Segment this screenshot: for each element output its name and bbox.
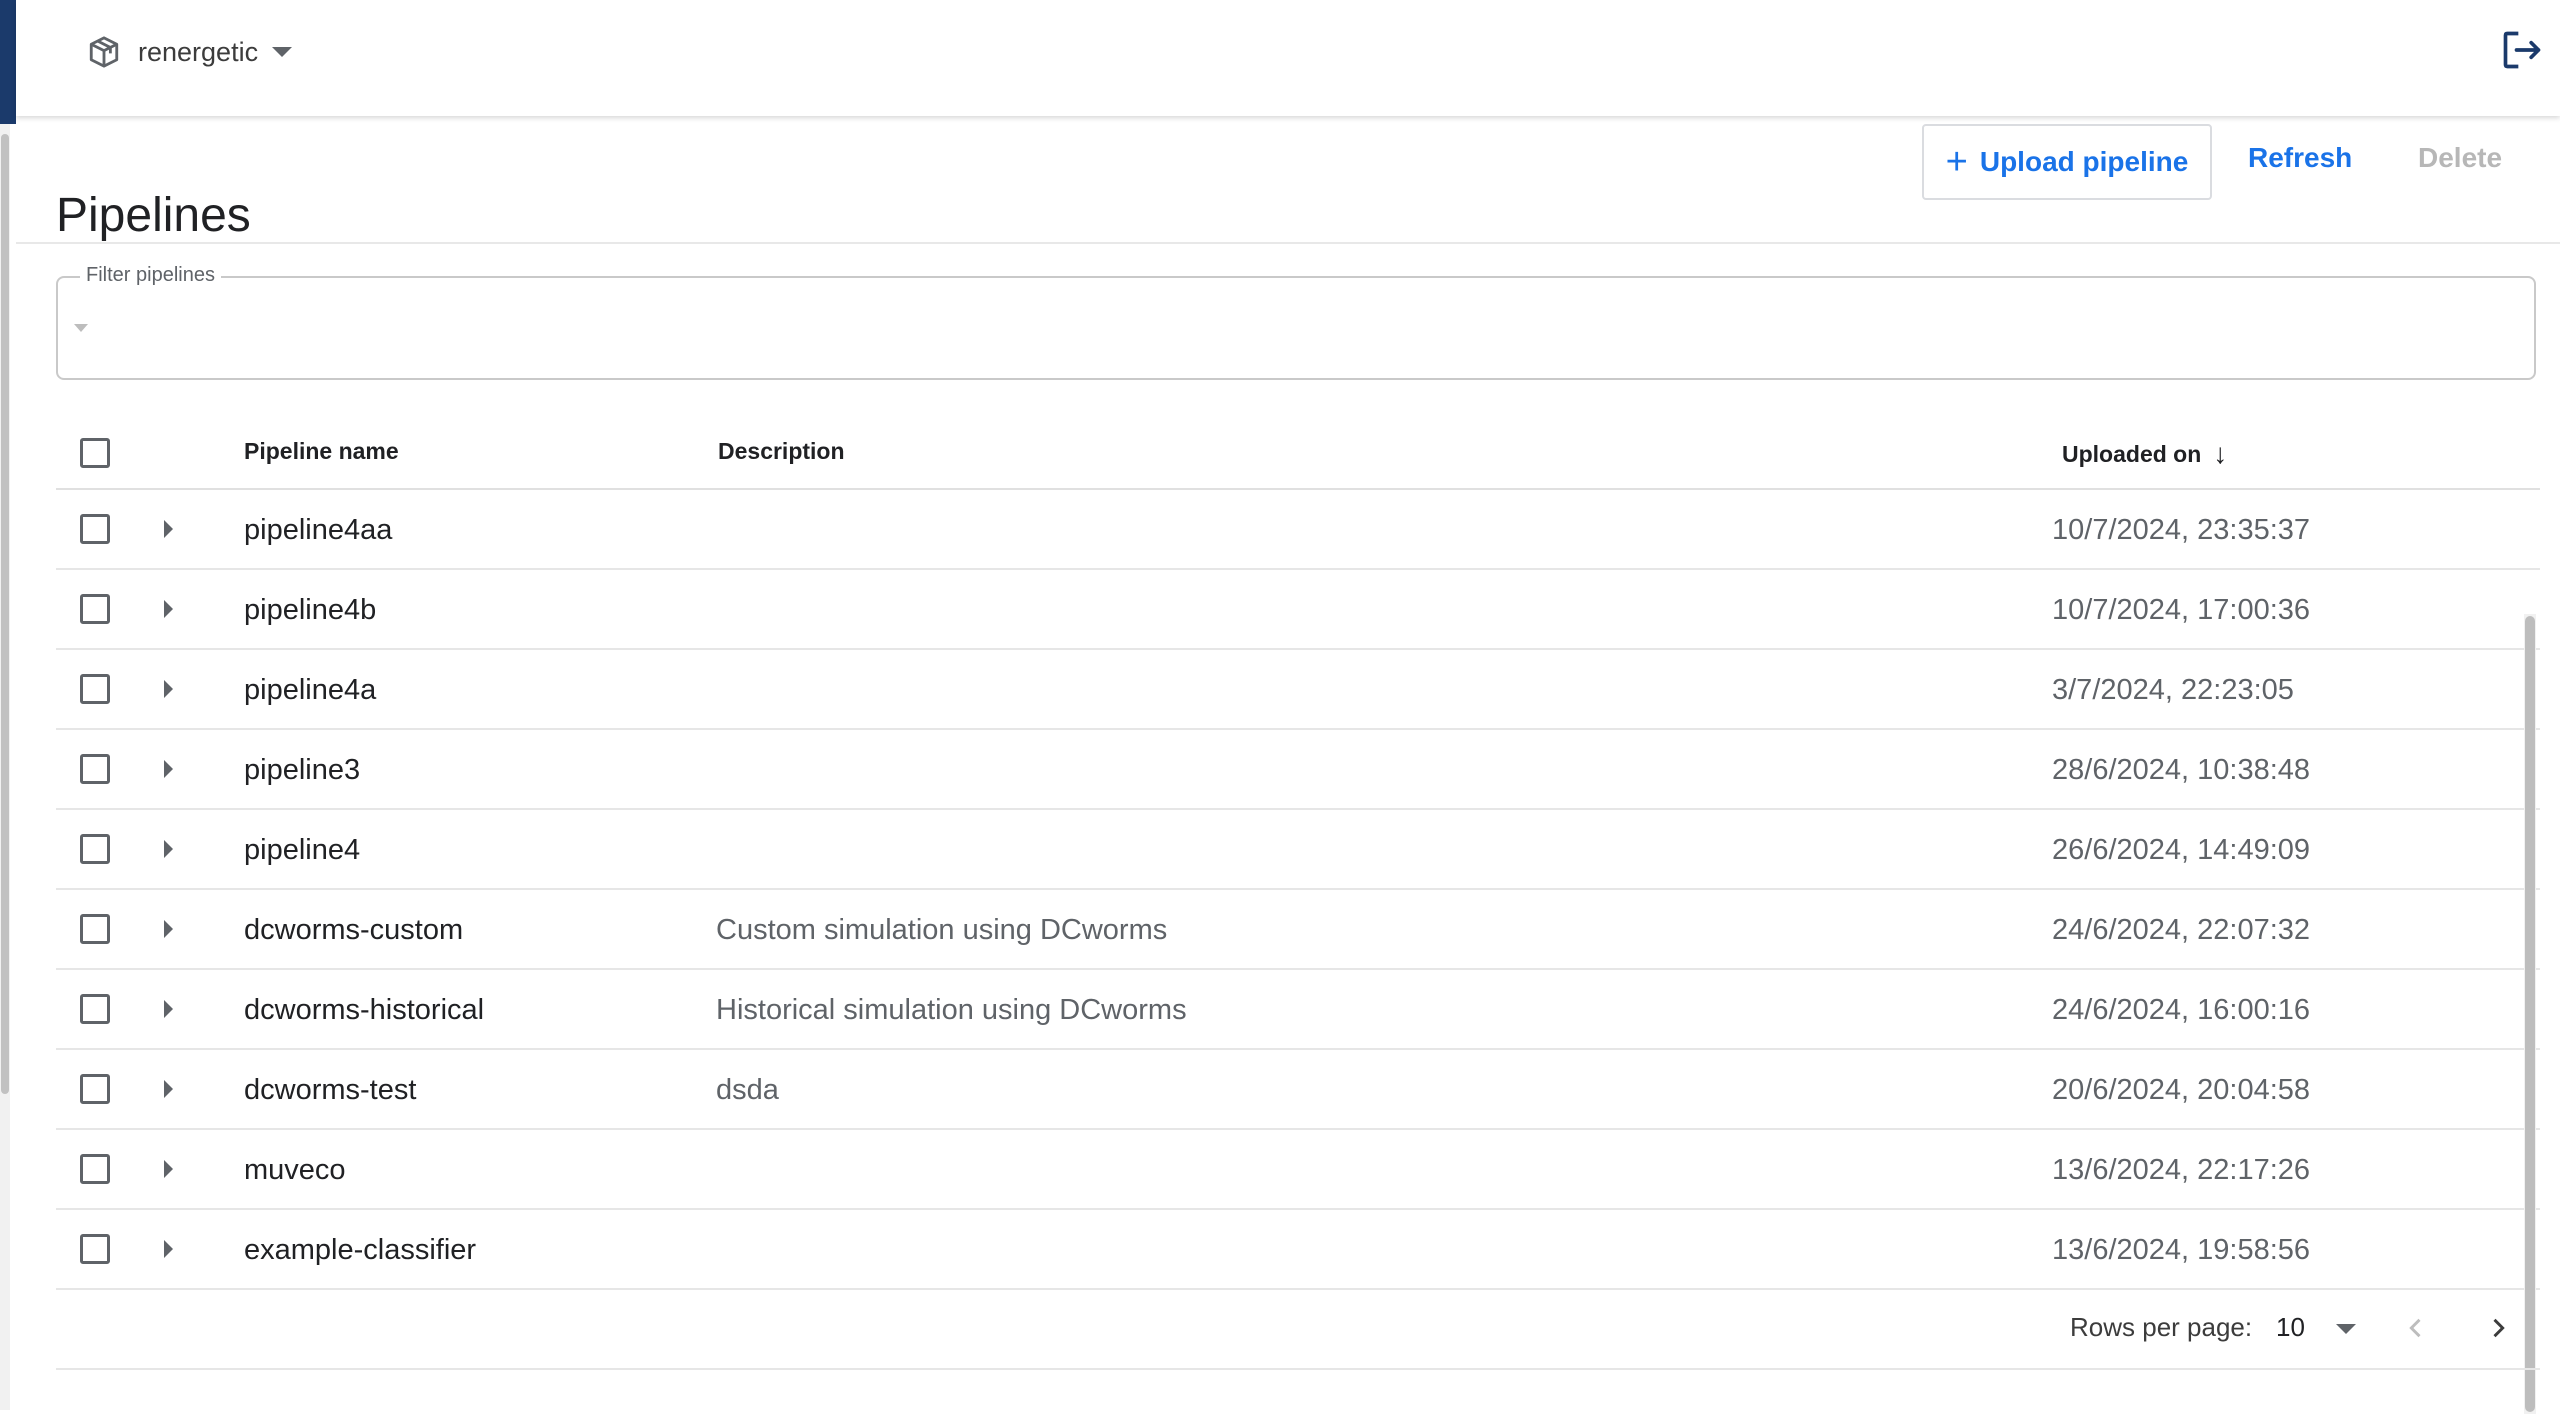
column-header-uploaded[interactable]: Uploaded on ↓	[2062, 438, 2227, 470]
chevron-down-icon	[272, 47, 293, 57]
arrow-down-icon: ↓	[2213, 438, 2228, 469]
table-row[interactable]: pipeline4a 3/7/2024, 22:23:05	[56, 650, 2540, 730]
table-row[interactable]: dcworms-historical Historical simulation …	[56, 970, 2540, 1050]
top-bar: renergetic	[16, 0, 2560, 116]
rows-per-page-label: Rows per page:	[2070, 1312, 2253, 1342]
pipeline-name[interactable]: pipeline4aa	[244, 514, 392, 547]
expand-icon[interactable]	[164, 1080, 173, 1098]
upload-pipeline-button[interactable]: + Upload pipeline	[1922, 124, 2212, 200]
pipeline-name[interactable]: dcworms-test	[244, 1074, 416, 1107]
pipeline-name[interactable]: pipeline4a	[244, 674, 376, 707]
expand-icon[interactable]	[164, 680, 173, 698]
package-icon	[86, 34, 122, 70]
pipeline-uploaded-on: 13/6/2024, 19:58:56	[2052, 1234, 2311, 1266]
pipeline-name[interactable]: muveco	[244, 1154, 346, 1187]
pipeline-uploaded-on: 3/7/2024, 22:23:05	[2052, 674, 2294, 706]
table-row[interactable]: pipeline4 26/6/2024, 14:49:09	[56, 810, 2540, 890]
row-checkbox[interactable]	[80, 994, 110, 1024]
pipeline-name[interactable]: dcworms-historical	[244, 994, 484, 1027]
page-title: Pipelines	[56, 189, 251, 243]
filter-input[interactable]: Filter pipelines	[56, 264, 2536, 380]
row-checkbox[interactable]	[80, 754, 110, 784]
pipeline-name[interactable]: pipeline3	[244, 754, 360, 787]
pagination: Rows per page: 10	[56, 1290, 2540, 1370]
pipelines-table: Pipeline name Description Uploaded on ↓ …	[56, 416, 2540, 1290]
pipeline-description: Historical simulation using DCworms	[716, 994, 1187, 1026]
upload-pipeline-label: Upload pipeline	[1979, 146, 2189, 177]
expand-icon[interactable]	[164, 520, 173, 538]
column-header-uploaded-label: Uploaded on	[2062, 440, 2202, 467]
pipeline-name[interactable]: pipeline4b	[244, 594, 376, 627]
page-scrollbar-thumb[interactable]	[1, 134, 9, 1094]
namespace-label: renergetic	[138, 36, 259, 67]
table-row[interactable]: example-classifier 13/6/2024, 19:58:56	[56, 1210, 2540, 1290]
expand-icon[interactable]	[164, 760, 173, 778]
row-checkbox[interactable]	[80, 594, 110, 624]
sidebar-edge	[0, 0, 16, 124]
pipeline-description: dsda	[716, 1074, 779, 1106]
row-checkbox[interactable]	[80, 914, 110, 944]
pipeline-uploaded-on: 24/6/2024, 16:00:16	[2052, 994, 2311, 1026]
previous-page-button	[2396, 1308, 2436, 1348]
refresh-button[interactable]: Refresh	[2248, 142, 2352, 174]
pipeline-name[interactable]: pipeline4	[244, 834, 360, 867]
chevron-left-icon	[2409, 1318, 2421, 1338]
delete-button: Delete	[2418, 142, 2503, 173]
pipeline-description: Custom simulation using DCworms	[716, 914, 1168, 946]
row-checkbox[interactable]	[80, 834, 110, 864]
expand-icon[interactable]	[164, 600, 173, 618]
plus-icon: +	[1945, 141, 1968, 183]
page-scrollbar[interactable]	[0, 124, 10, 1410]
header-divider	[16, 242, 2560, 244]
row-checkbox[interactable]	[80, 674, 110, 704]
expand-icon[interactable]	[164, 840, 173, 858]
namespace-selector[interactable]: renergetic	[86, 30, 293, 74]
column-header-description[interactable]: Description	[718, 438, 845, 465]
main-content: Pipelines + Upload pipeline Refresh Dele…	[16, 124, 2560, 1414]
pipeline-uploaded-on: 10/7/2024, 17:00:36	[2052, 594, 2311, 626]
row-checkbox[interactable]	[80, 1074, 110, 1104]
logout-button[interactable]	[2498, 30, 2546, 74]
filter-icon	[74, 324, 88, 332]
pipeline-name[interactable]: example-classifier	[244, 1234, 476, 1267]
pipeline-uploaded-on: 26/6/2024, 14:49:09	[2052, 834, 2311, 866]
column-header-name[interactable]: Pipeline name	[244, 438, 399, 465]
select-all-checkbox[interactable]	[80, 438, 110, 468]
expand-icon[interactable]	[164, 920, 173, 938]
table-row[interactable]: muveco 13/6/2024, 22:17:26	[56, 1130, 2540, 1210]
table-row[interactable]: pipeline4b 10/7/2024, 17:00:36	[56, 570, 2540, 650]
chevron-right-icon	[2493, 1318, 2505, 1338]
pipeline-uploaded-on: 13/6/2024, 22:17:26	[2052, 1154, 2311, 1186]
pipeline-uploaded-on: 28/6/2024, 10:38:48	[2052, 754, 2311, 786]
row-checkbox[interactable]	[80, 1234, 110, 1264]
expand-icon[interactable]	[164, 1000, 173, 1018]
row-checkbox[interactable]	[80, 1154, 110, 1184]
row-checkbox[interactable]	[80, 514, 110, 544]
table-row[interactable]: pipeline4aa 10/7/2024, 23:35:37	[56, 490, 2540, 570]
table-row[interactable]: dcworms-custom Custom simulation using DC…	[56, 890, 2540, 970]
table-header: Pipeline name Description Uploaded on ↓	[56, 416, 2540, 490]
table-row[interactable]: dcworms-test dsda 20/6/2024, 20:04:58	[56, 1050, 2540, 1130]
filter-label: Filter pipelines	[80, 264, 221, 287]
pipeline-uploaded-on: 10/7/2024, 23:35:37	[2052, 514, 2311, 546]
table-body: pipeline4aa 10/7/2024, 23:35:37 pipeline4b…	[56, 490, 2540, 1290]
chevron-down-icon[interactable]	[2336, 1324, 2356, 1334]
expand-icon[interactable]	[164, 1160, 173, 1178]
next-page-button[interactable]	[2478, 1308, 2518, 1348]
rows-per-page-select[interactable]: 10	[2276, 1312, 2305, 1343]
pipeline-uploaded-on: 20/6/2024, 20:04:58	[2052, 1074, 2311, 1106]
pipeline-uploaded-on: 24/6/2024, 22:07:32	[2052, 914, 2311, 946]
pipeline-name[interactable]: dcworms-custom	[244, 914, 463, 947]
expand-icon[interactable]	[164, 1240, 173, 1258]
table-row[interactable]: pipeline3 28/6/2024, 10:38:48	[56, 730, 2540, 810]
logout-icon	[2500, 28, 2544, 77]
